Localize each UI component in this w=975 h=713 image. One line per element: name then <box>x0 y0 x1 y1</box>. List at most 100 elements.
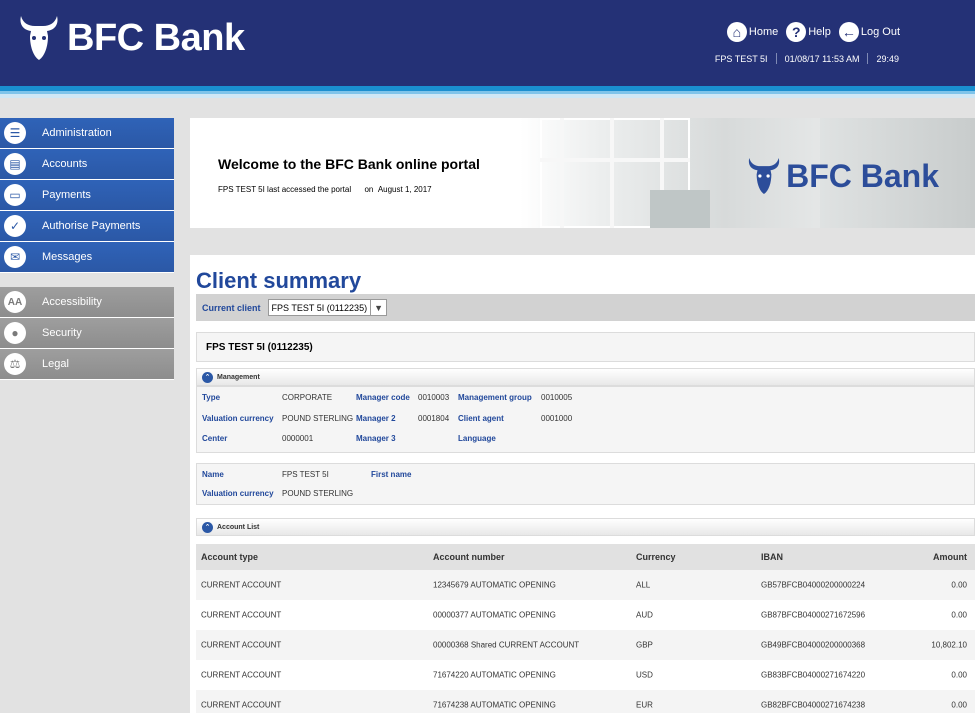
banner-brand-logo: BFC Bank <box>746 156 939 196</box>
table-row[interactable]: CURRENT ACCOUNT 71674238 AUTOMATIC OPENI… <box>196 690 975 713</box>
table-row[interactable]: CURRENT ACCOUNT 00000377 AUTOMATIC OPENI… <box>196 600 975 630</box>
iban-cell: GB57BFCB04000200000224 <box>761 580 866 590</box>
column-header[interactable]: Currency <box>636 552 676 562</box>
iban-cell: GB82BFCB04000271674238 <box>761 700 866 710</box>
account-type-cell: CURRENT ACCOUNT <box>201 700 282 710</box>
brand-name: BFC Bank <box>67 16 245 59</box>
list-icon: ☰ <box>4 122 26 144</box>
account-number-cell: 12345679 AUTOMATIC OPENING <box>433 580 556 590</box>
sidebar-item-label: Payments <box>42 189 91 201</box>
sidebar: ☰ Administration ▤ Accounts ▭ Payments ✓… <box>0 118 174 380</box>
sidebar-item-accessibility[interactable]: AA Accessibility <box>0 287 174 318</box>
document-icon: ▤ <box>4 153 26 175</box>
column-header[interactable]: Account type <box>201 552 258 562</box>
account-table-header: Account type Account number Currency IBA… <box>196 544 975 570</box>
collapse-icon: ⌃ <box>202 521 213 533</box>
first-name-label: First name <box>371 470 412 479</box>
sidebar-item-authorise-payments[interactable]: ✓ Authorise Payments <box>0 211 174 242</box>
account-number-cell: 00000368 Shared CURRENT ACCOUNT <box>433 640 580 650</box>
page-title: Client summary <box>196 268 362 293</box>
column-header[interactable]: Amount <box>933 552 967 562</box>
sidebar-item-label: Security <box>42 327 82 339</box>
name-value: FPS TEST 5I <box>282 470 329 479</box>
top-nav: ⌂ Home ? Help ← Log Out <box>726 22 900 42</box>
logout-link[interactable]: ← Log Out <box>838 22 900 42</box>
account-type-cell: CURRENT ACCOUNT <box>201 640 282 650</box>
text-size-icon: AA <box>4 291 26 313</box>
manager3-label: Manager 3 <box>356 434 396 443</box>
status-user: FPS TEST 5I <box>714 53 768 64</box>
current-client-select[interactable]: FPS TEST 5I (0112235) ▼ <box>267 299 388 316</box>
status-datetime: 01/08/17 11:53 AM <box>784 53 860 64</box>
valuation-currency-value: POUND STERLING <box>282 414 354 423</box>
status-divider <box>775 53 777 64</box>
column-header[interactable]: IBAN <box>761 552 783 562</box>
valuation-currency-label: Valuation currency <box>202 414 274 423</box>
amount-cell: 0.00 <box>951 610 967 620</box>
brand-logo[interactable]: BFC Bank <box>17 14 245 62</box>
sidebar-item-legal[interactable]: ⚖ Legal <box>0 349 174 380</box>
sidebar-item-label: Legal <box>42 358 69 370</box>
home-link[interactable]: ⌂ Home <box>726 22 778 42</box>
current-client-value: FPS TEST 5I (0112235) <box>271 302 368 313</box>
account-number-cell: 71674220 AUTOMATIC OPENING <box>433 670 556 680</box>
envelope-icon: ✉ <box>4 246 26 268</box>
account-number-cell: 71674238 AUTOMATIC OPENING <box>433 700 556 710</box>
manager-code-value: 0010003 <box>418 393 450 402</box>
sidebar-item-messages[interactable]: ✉ Messages <box>0 242 174 273</box>
sidebar-item-payments[interactable]: ▭ Payments <box>0 180 174 211</box>
sidebar-item-security[interactable]: ● Security <box>0 318 174 349</box>
management-section-title: Management <box>217 373 260 381</box>
account-type-cell: CURRENT ACCOUNT <box>201 610 282 620</box>
language-label: Language <box>458 434 496 443</box>
sidebar-item-accounts[interactable]: ▤ Accounts <box>0 149 174 180</box>
column-header[interactable]: Account number <box>433 552 505 562</box>
iban-cell: GB49BFCB04000200000368 <box>761 640 866 650</box>
home-icon: ⌂ <box>726 22 747 42</box>
management-group-value: 0010005 <box>541 393 573 402</box>
table-row[interactable]: CURRENT ACCOUNT 71674220 AUTOMATIC OPENI… <box>196 660 975 690</box>
welcome-title: Welcome to the BFC Bank online portal <box>218 156 480 172</box>
banner-brand-name: BFC Bank <box>786 157 939 194</box>
current-client-label: Current client <box>202 302 261 313</box>
amount-cell: 10,802.10 <box>931 640 967 650</box>
currency-cell: USD <box>636 670 653 680</box>
account-number-cell: 00000377 AUTOMATIC OPENING <box>433 610 556 620</box>
gavel-icon: ⚖ <box>4 353 26 375</box>
help-label: Help <box>808 26 831 38</box>
currency-cell: ALL <box>636 580 651 590</box>
payments-icon: ▭ <box>4 184 26 206</box>
valuation-currency-value: POUND STERLING <box>282 489 354 498</box>
thumbs-up-icon: ✓ <box>4 215 26 237</box>
bull-logo-icon <box>748 158 780 194</box>
status-divider <box>867 53 869 64</box>
top-header: BFC Bank ⌂ Home ? Help ← Log Out FPS TES… <box>0 0 975 86</box>
account-list-section-title: Account List <box>217 523 260 531</box>
amount-cell: 0.00 <box>951 670 967 680</box>
collapse-icon: ⌃ <box>202 371 213 383</box>
amount-cell: 0.00 <box>951 700 967 710</box>
account-type-cell: CURRENT ACCOUNT <box>201 670 282 680</box>
help-link[interactable]: ? Help <box>786 22 831 42</box>
session-timer: 29:49 <box>876 53 899 64</box>
management-group-label: Management group <box>458 393 532 402</box>
currency-cell: EUR <box>636 700 653 710</box>
management-section-header[interactable]: ⌃ Management <box>196 368 975 386</box>
table-row[interactable]: CURRENT ACCOUNT 12345679 AUTOMATIC OPENI… <box>196 570 975 600</box>
table-row[interactable]: CURRENT ACCOUNT 00000368 Shared CURRENT … <box>196 630 975 660</box>
help-icon: ? <box>786 22 807 42</box>
type-value: CORPORATE <box>282 393 333 402</box>
iban-cell: GB83BFCB04000271674220 <box>761 670 866 680</box>
account-list-section-header[interactable]: ⌃ Account List <box>196 518 975 536</box>
client-summary-panel: Client summary Current client FPS TEST 5… <box>190 255 975 713</box>
sidebar-item-label: Accessibility <box>42 296 102 308</box>
client-info: Name FPS TEST 5I First name Valuation cu… <box>196 463 975 505</box>
valuation-currency-label: Valuation currency <box>202 489 274 498</box>
logout-label: Log Out <box>860 26 900 38</box>
iban-cell: GB87BFCB04000271672596 <box>761 610 866 620</box>
sidebar-item-administration[interactable]: ☰ Administration <box>0 118 174 149</box>
type-label: Type <box>202 393 221 402</box>
sidebar-item-label: Authorise Payments <box>42 220 141 232</box>
chevron-down-icon: ▼ <box>370 300 386 315</box>
header-stripe <box>0 86 975 98</box>
